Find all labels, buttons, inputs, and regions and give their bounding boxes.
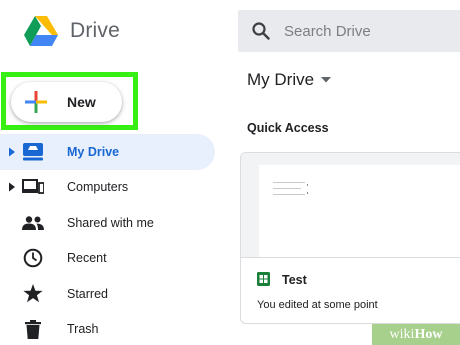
sidebar-item-label: Shared with me — [67, 215, 154, 230]
sidebar-item-label: Computers — [67, 180, 129, 195]
expand-arrow-icon[interactable] — [9, 147, 15, 157]
sidebar: My Drive Computers Shared with me Recent… — [0, 134, 230, 345]
search-bar[interactable] — [238, 10, 460, 52]
file-card[interactable]: Test You edited at some point — [240, 152, 460, 324]
watermark-part1: wiki — [389, 326, 415, 342]
star-icon — [22, 283, 44, 305]
sidebar-item-recent[interactable]: Recent — [0, 241, 230, 277]
file-card-footer: Test You edited at some point — [241, 257, 460, 323]
trash-icon — [22, 318, 44, 340]
sidebar-item-my-drive[interactable]: My Drive — [0, 134, 215, 170]
search-icon[interactable] — [252, 22, 270, 40]
new-button[interactable]: New — [11, 82, 122, 122]
sidebar-item-trash[interactable]: Trash — [0, 312, 230, 345]
file-thumbnail — [241, 153, 460, 257]
google-drive-logo-icon — [24, 16, 58, 46]
sheets-icon — [257, 272, 270, 291]
wikihow-watermark: wiki How — [372, 324, 460, 345]
computers-icon — [22, 176, 44, 198]
my-drive-icon — [22, 141, 44, 163]
my-drive-title-dropdown[interactable]: My Drive — [247, 70, 332, 90]
sidebar-item-label: Starred — [67, 286, 108, 301]
app-name: Drive — [70, 19, 121, 42]
page-title: My Drive — [247, 70, 315, 89]
new-button-label: New — [67, 94, 96, 110]
file-name: Test — [282, 273, 307, 287]
caret-down-icon — [321, 77, 332, 83]
sidebar-item-starred[interactable]: Starred — [0, 276, 230, 312]
multicolor-plus-icon — [25, 91, 47, 113]
sidebar-item-shared-with-me[interactable]: Shared with me — [0, 205, 230, 241]
shared-people-icon — [22, 212, 44, 234]
clock-icon — [22, 247, 44, 269]
file-meta: You edited at some point — [257, 299, 378, 311]
file-preview — [259, 165, 460, 257]
watermark-part2: How — [414, 326, 443, 342]
search-input[interactable] — [284, 22, 454, 40]
drive-logo[interactable]: Drive — [24, 16, 120, 46]
sidebar-item-label: Trash — [67, 322, 99, 337]
sidebar-item-label: My Drive — [67, 144, 120, 159]
quick-access-heading: Quick Access — [247, 121, 329, 135]
sidebar-item-computers[interactable]: Computers — [0, 170, 230, 206]
sidebar-item-label: Recent — [67, 251, 107, 266]
expand-arrow-icon[interactable] — [9, 182, 15, 192]
